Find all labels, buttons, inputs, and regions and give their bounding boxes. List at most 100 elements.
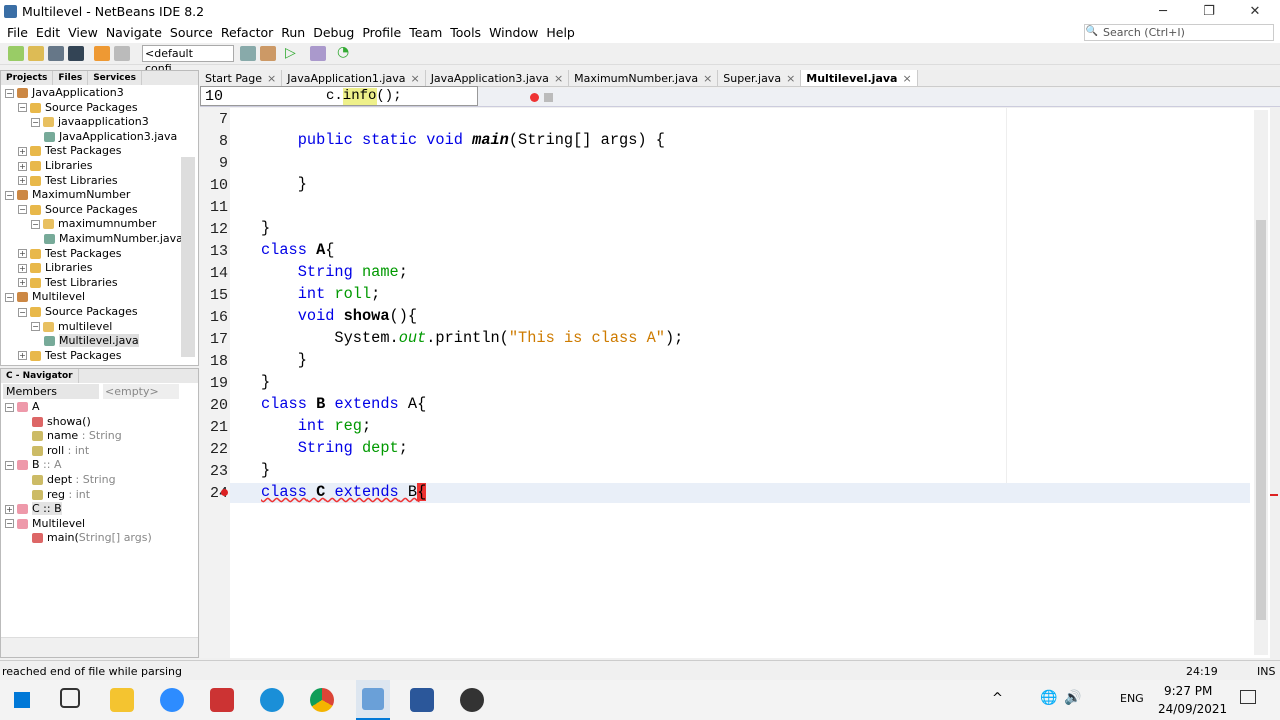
expand-toggle-icon[interactable]: − bbox=[18, 307, 27, 317]
menu-file[interactable]: File bbox=[3, 24, 32, 43]
tab-javaapplication3[interactable]: JavaApplication3.java × bbox=[426, 70, 570, 86]
expand-toggle-icon[interactable]: − bbox=[31, 117, 40, 127]
navigator-item[interactable]: − B :: A bbox=[5, 458, 61, 472]
tab-multilevel[interactable]: Multilevel.java × bbox=[801, 70, 918, 86]
expand-toggle-icon[interactable]: − bbox=[31, 219, 40, 229]
save-all-icon[interactable] bbox=[68, 46, 84, 61]
expand-toggle-icon[interactable]: + bbox=[18, 249, 27, 259]
project-tree-item[interactable]: − multilevel bbox=[31, 320, 112, 334]
file-explorer-icon[interactable] bbox=[110, 688, 134, 712]
menu-edit[interactable]: Edit bbox=[32, 24, 64, 43]
close-tab-icon[interactable]: × bbox=[410, 72, 419, 85]
profile-icon[interactable]: ◔ bbox=[337, 44, 349, 60]
word-icon[interactable] bbox=[410, 688, 434, 712]
obs-icon[interactable] bbox=[460, 688, 484, 712]
stop-macro-icon[interactable] bbox=[544, 93, 553, 102]
navigator-item[interactable]: main(String[] args) bbox=[32, 531, 152, 545]
expand-toggle-icon[interactable]: + bbox=[18, 146, 27, 156]
expand-toggle-icon[interactable]: + bbox=[5, 504, 14, 514]
chrome-icon[interactable] bbox=[310, 688, 334, 712]
project-tree-item[interactable]: + Test Libraries bbox=[18, 276, 118, 290]
restore-button[interactable]: ❐ bbox=[1186, 0, 1232, 24]
expand-toggle-icon[interactable]: + bbox=[18, 351, 27, 361]
expand-toggle-icon[interactable]: − bbox=[5, 402, 14, 412]
close-tab-icon[interactable]: × bbox=[902, 72, 911, 85]
project-tree-item[interactable]: Multilevel.java bbox=[44, 334, 139, 348]
task-view-icon[interactable] bbox=[60, 688, 80, 708]
close-tab-icon[interactable]: × bbox=[267, 72, 276, 85]
project-tree-item[interactable]: JavaApplication3.java bbox=[44, 130, 177, 144]
navigator-item[interactable]: showa() bbox=[32, 415, 91, 429]
project-tree-item[interactable]: − javaapplication3 bbox=[31, 115, 149, 129]
project-tree-item[interactable]: − Source Packages bbox=[18, 101, 138, 115]
new-project-icon[interactable] bbox=[28, 46, 44, 61]
tab-files[interactable]: Files bbox=[53, 71, 89, 85]
editor-scrollbar[interactable] bbox=[1254, 110, 1268, 655]
language-indicator[interactable]: ENG bbox=[1120, 692, 1144, 705]
zoom-icon[interactable] bbox=[160, 688, 184, 712]
menu-help[interactable]: Help bbox=[542, 24, 579, 43]
tab-services[interactable]: Services bbox=[88, 71, 142, 85]
notifications-icon[interactable] bbox=[1240, 690, 1256, 704]
volume-icon[interactable]: 🔊 bbox=[1064, 690, 1081, 706]
redo-icon[interactable] bbox=[114, 46, 130, 61]
project-tree-item[interactable]: − maximumnumber bbox=[31, 217, 156, 231]
project-tree-item[interactable]: + Test Packages bbox=[18, 247, 121, 261]
close-button[interactable]: ✕ bbox=[1232, 0, 1278, 24]
navigator-item[interactable]: − Multilevel bbox=[5, 517, 85, 531]
open-project-icon[interactable] bbox=[48, 46, 64, 61]
members-select[interactable]: Members bbox=[3, 384, 99, 399]
minimize-button[interactable]: ─ bbox=[1140, 0, 1186, 24]
close-tab-icon[interactable]: × bbox=[554, 72, 563, 85]
project-tree-item[interactable]: + Test Packages bbox=[18, 349, 121, 363]
network-icon[interactable]: 🌐 bbox=[1040, 690, 1057, 706]
project-tree-item[interactable]: + Test Packages bbox=[18, 144, 121, 158]
expand-toggle-icon[interactable]: + bbox=[18, 176, 27, 186]
navigator-item[interactable]: + C :: B bbox=[5, 502, 62, 516]
navigator-item[interactable]: roll : int bbox=[32, 444, 89, 458]
expand-toggle-icon[interactable]: − bbox=[5, 460, 14, 470]
build-icon[interactable] bbox=[240, 46, 256, 61]
debug-icon[interactable] bbox=[310, 46, 326, 61]
navigator-item[interactable]: − A bbox=[5, 400, 40, 414]
project-tree-item[interactable]: + Libraries bbox=[18, 261, 93, 275]
error-stripe-mark[interactable] bbox=[1270, 494, 1278, 496]
tab-super[interactable]: Super.java × bbox=[718, 70, 802, 86]
menu-window[interactable]: Window bbox=[485, 24, 542, 43]
close-tab-icon[interactable]: × bbox=[786, 72, 795, 85]
clean-build-icon[interactable] bbox=[260, 46, 276, 61]
project-tree-item[interactable]: − Source Packages bbox=[18, 305, 138, 319]
menu-run[interactable]: Run bbox=[277, 24, 309, 43]
expand-toggle-icon[interactable]: − bbox=[5, 190, 14, 200]
new-file-icon[interactable] bbox=[8, 46, 24, 61]
tab-javaapplication1[interactable]: JavaApplication1.java × bbox=[282, 70, 426, 86]
project-tree-item[interactable]: − MaximumNumber bbox=[5, 188, 130, 202]
menu-view[interactable]: View bbox=[64, 24, 102, 43]
error-icon[interactable] bbox=[221, 489, 228, 496]
tab-projects[interactable]: Projects bbox=[1, 71, 54, 85]
close-tab-icon[interactable]: × bbox=[703, 72, 712, 85]
tab-start-page[interactable]: Start Page × bbox=[200, 70, 283, 86]
tray-chevron-icon[interactable]: ^ bbox=[992, 691, 1003, 706]
navigator-item[interactable]: dept : String bbox=[32, 473, 116, 487]
config-select[interactable]: <default confi... bbox=[142, 45, 234, 75]
menu-team[interactable]: Team bbox=[405, 24, 446, 43]
navigator-item[interactable]: name : String bbox=[32, 429, 122, 443]
project-tree-item[interactable]: + Test Libraries bbox=[18, 174, 118, 188]
expand-toggle-icon[interactable]: − bbox=[5, 88, 14, 98]
expand-toggle-icon[interactable]: − bbox=[31, 322, 40, 332]
windows-start-icon[interactable] bbox=[14, 692, 30, 708]
filter-select[interactable]: <empty> bbox=[103, 384, 179, 399]
expand-toggle-icon[interactable]: + bbox=[18, 263, 27, 273]
code-editor[interactable] bbox=[200, 108, 1270, 658]
menu-navigate[interactable]: Navigate bbox=[102, 24, 166, 43]
clock-date[interactable]: 24/09/2021 bbox=[1158, 702, 1227, 716]
navigator-item[interactable]: reg : int bbox=[32, 488, 90, 502]
expand-toggle-icon[interactable]: − bbox=[18, 205, 27, 215]
run-icon[interactable]: ▷ bbox=[285, 45, 296, 61]
menu-tools[interactable]: Tools bbox=[446, 24, 485, 43]
project-tree-item[interactable]: + Libraries bbox=[18, 159, 93, 173]
menu-profile[interactable]: Profile bbox=[358, 24, 405, 43]
expand-toggle-icon[interactable]: − bbox=[5, 519, 14, 529]
record-macro-icon[interactable] bbox=[530, 93, 539, 102]
